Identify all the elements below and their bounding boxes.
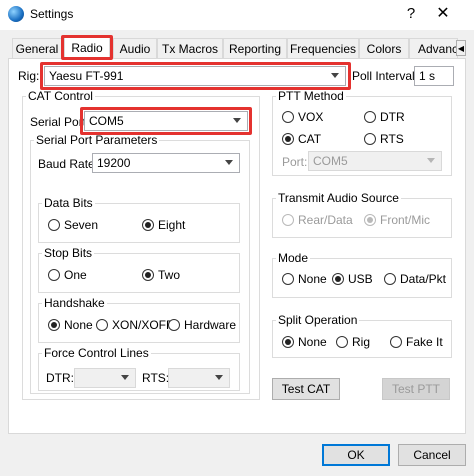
stop-bits-title: Stop Bits [42, 246, 95, 260]
tab-advanced[interactable]: Advanced [409, 38, 458, 58]
mode-data-pkt-radio[interactable] [384, 273, 396, 285]
baud-rate-label: Baud Rate: [38, 157, 99, 171]
chevron-down-icon [121, 375, 129, 380]
handshake-none-label[interactable]: None [64, 318, 93, 332]
test-cat-button[interactable]: Test CAT [272, 378, 340, 400]
data-bits-seven-label[interactable]: Seven [64, 218, 98, 232]
ptt-method-title: PTT Method [276, 89, 346, 103]
split-fake-it-label[interactable]: Fake It [406, 335, 443, 349]
poll-interval-label: Poll Interval: [352, 69, 419, 83]
stop-bits-one-label[interactable]: One [64, 268, 87, 282]
data-bits-title: Data Bits [42, 196, 95, 210]
cancel-button[interactable]: Cancel [398, 444, 466, 466]
ptt-rts-radio[interactable] [364, 133, 376, 145]
handshake-title: Handshake [42, 296, 107, 310]
rig-select[interactable]: Yaesu FT-991 [44, 66, 346, 86]
split-rig-label[interactable]: Rig [352, 335, 370, 349]
tx-audio-title: Transmit Audio Source [276, 191, 401, 205]
poll-interval-spinner[interactable]: 1 s [414, 66, 454, 86]
test-ptt-button[interactable]: Test PTT [382, 378, 450, 400]
chevron-down-icon [331, 73, 339, 78]
force-lines-title: Force Control Lines [42, 346, 151, 360]
tab-radio[interactable]: Radio [64, 35, 110, 59]
rig-select-value: Yaesu FT-991 [49, 69, 124, 83]
ptt-vox-radio[interactable] [282, 111, 294, 123]
split-fake-it-radio[interactable] [390, 336, 402, 348]
tab-frequencies[interactable]: Frequencies [287, 38, 359, 58]
mode-usb-radio[interactable] [332, 273, 344, 285]
data-bits-seven-radio[interactable] [48, 219, 60, 231]
data-bits-eight-label[interactable]: Eight [158, 218, 185, 232]
split-operation-title: Split Operation [276, 313, 360, 327]
split-rig-radio[interactable] [336, 336, 348, 348]
stop-bits-one-radio[interactable] [48, 269, 60, 281]
tab-general[interactable]: General [12, 38, 62, 58]
handshake-none-radio[interactable] [48, 319, 60, 331]
app-globe-icon [8, 6, 24, 22]
split-none-radio[interactable] [282, 336, 294, 348]
dtr-label: DTR: [46, 371, 74, 385]
mode-usb-label[interactable]: USB [348, 272, 373, 286]
tab-colors[interactable]: Colors [359, 38, 409, 58]
split-none-label[interactable]: None [298, 335, 327, 349]
poll-interval-value: 1 s [419, 69, 436, 83]
handshake-xonxoff-label[interactable]: XON/XOFF [112, 318, 173, 332]
mode-data-pkt-label[interactable]: Data/Pkt [400, 272, 446, 286]
tab-tx-macros[interactable]: Tx Macros [157, 38, 223, 58]
stop-bits-two-label[interactable]: Two [158, 268, 180, 282]
ptt-dtr-label[interactable]: DTR [380, 110, 405, 124]
ptt-cat-label[interactable]: CAT [298, 132, 321, 146]
tx-audio-front-label[interactable]: Front/Mic [380, 213, 430, 227]
tx-audio-front-radio[interactable] [364, 214, 376, 226]
tx-audio-rear-radio[interactable] [282, 214, 294, 226]
serial-port-value: COM5 [89, 114, 124, 128]
chevron-down-icon [215, 375, 223, 380]
window-title: Settings [30, 7, 74, 21]
handshake-hardware-radio[interactable] [168, 319, 180, 331]
ptt-cat-radio[interactable] [282, 133, 294, 145]
data-bits-eight-radio[interactable] [142, 219, 154, 231]
mode-none-label[interactable]: None [298, 272, 327, 286]
handshake-hardware-label[interactable]: Hardware [184, 318, 236, 332]
handshake-xonxoff-radio[interactable] [96, 319, 108, 331]
help-button[interactable]: ? [398, 3, 424, 25]
ptt-dtr-radio[interactable] [364, 111, 376, 123]
rts-select[interactable] [168, 368, 230, 388]
mode-title: Mode [276, 251, 311, 265]
dtr-select[interactable] [74, 368, 136, 388]
chevron-down-icon [225, 160, 233, 165]
mode-none-radio[interactable] [282, 273, 294, 285]
serial-port-select[interactable]: COM5 [84, 111, 248, 131]
baud-rate-select[interactable]: 19200 [92, 153, 240, 173]
ptt-rts-label[interactable]: RTS [380, 132, 404, 146]
ok-button[interactable]: OK [322, 444, 390, 466]
stop-bits-two-radio[interactable] [142, 269, 154, 281]
cat-control-title: CAT Control [26, 89, 95, 103]
rig-label: Rig: [18, 69, 40, 83]
tab-reporting[interactable]: Reporting [223, 38, 287, 58]
chevron-down-icon [427, 158, 435, 163]
serial-port-label: Serial Port: [30, 115, 90, 129]
ptt-port-label: Port: [282, 155, 308, 169]
close-icon[interactable]: ✕ [428, 3, 458, 25]
serial-params-title: Serial Port Parameters [34, 133, 160, 147]
baud-rate-value: 19200 [97, 156, 131, 170]
tab-scroll-left-icon[interactable]: ◀ [456, 40, 466, 56]
ptt-port-value: COM5 [313, 154, 348, 168]
tab-audio[interactable]: Audio [113, 38, 157, 58]
chevron-down-icon [233, 118, 241, 123]
ptt-port-select[interactable]: COM5 [308, 151, 442, 171]
rts-label: RTS: [142, 371, 170, 385]
tx-audio-rear-label[interactable]: Rear/Data [298, 213, 353, 227]
ptt-vox-label[interactable]: VOX [298, 110, 323, 124]
